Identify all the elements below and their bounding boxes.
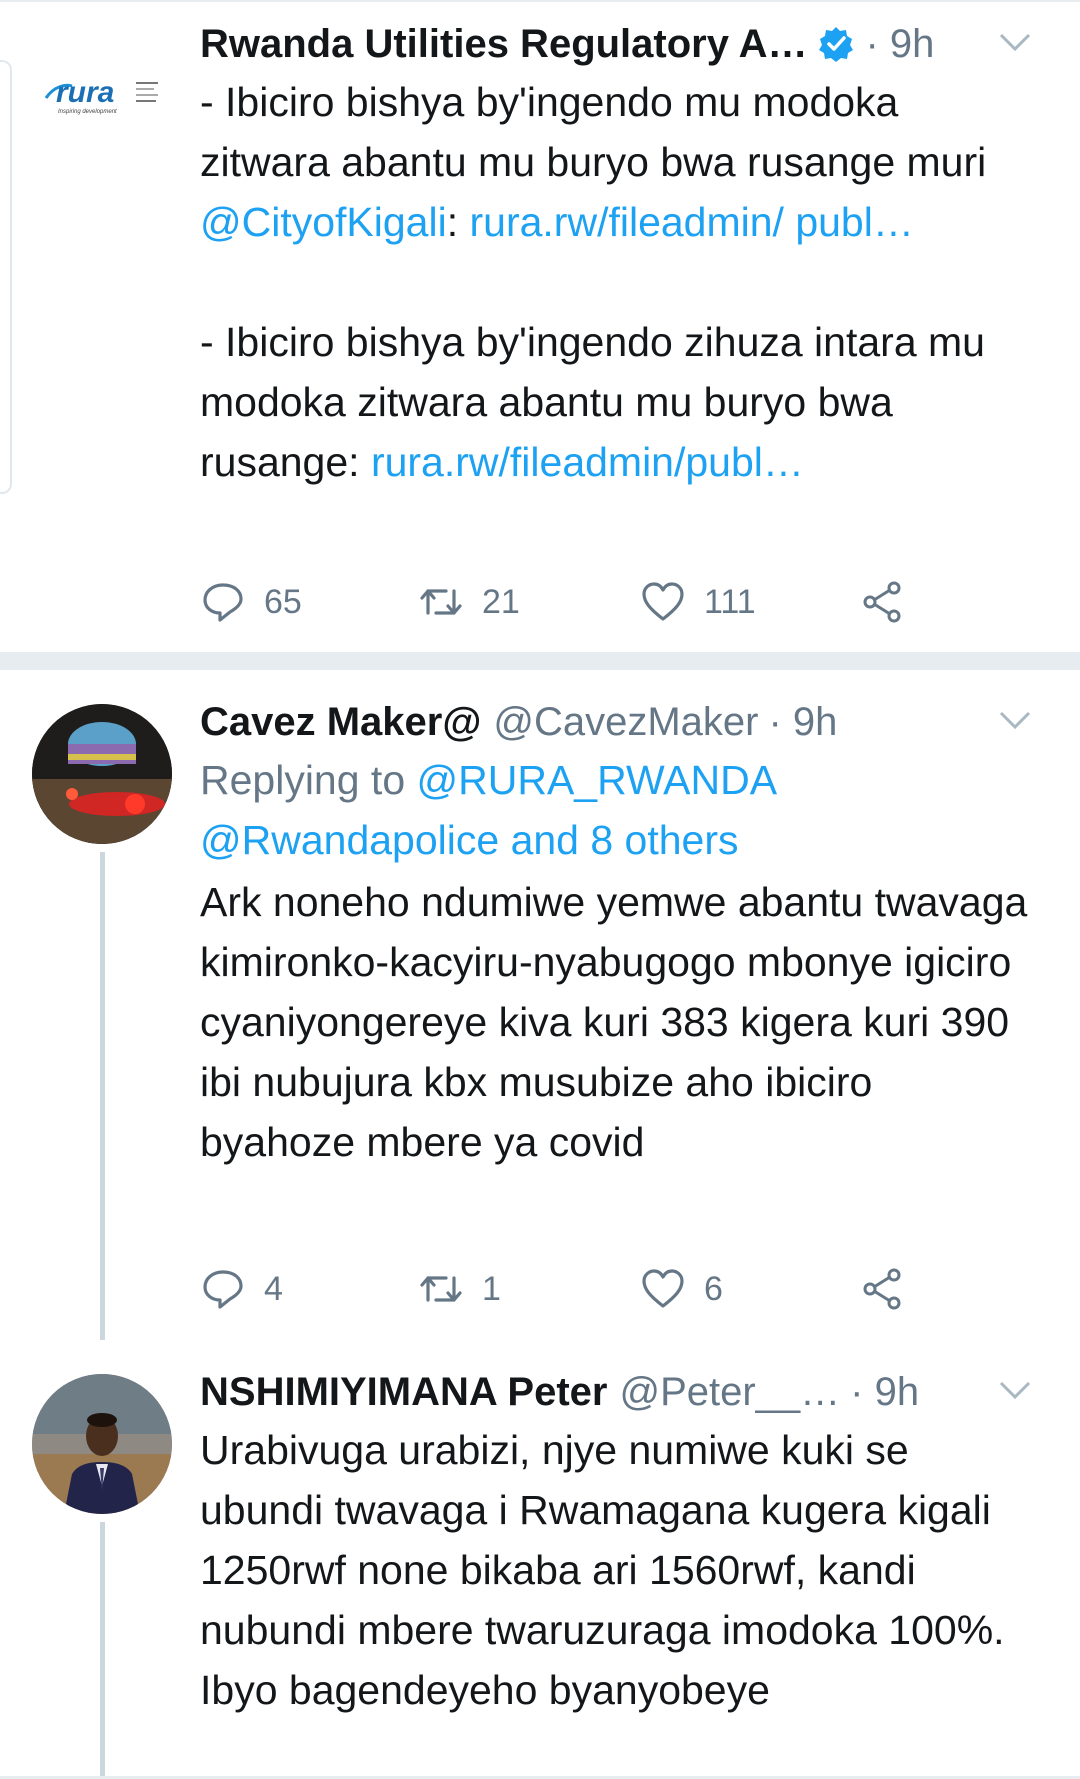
thread-line	[100, 852, 105, 1340]
rura-logo-icon: rura Inspiring development	[44, 76, 158, 115]
retweet-button[interactable]: 21	[418, 577, 520, 627]
user-handle[interactable]: @CavezMaker	[493, 694, 758, 750]
quoted-panel-edge	[0, 60, 12, 494]
chevron-down-icon[interactable]	[998, 708, 1032, 732]
like-button[interactable]: 6	[640, 1264, 723, 1314]
timestamp[interactable]: · 9h	[769, 694, 838, 750]
tweet-text: - Ibiciro bishya by'ingendo mu modoka zi…	[200, 72, 1032, 492]
reply-count: 4	[264, 1269, 283, 1308]
url-link[interactable]: rura.rw/fileadmin/publ…	[371, 439, 804, 485]
avatar[interactable]: rura Inspiring development	[32, 20, 172, 160]
retweet-count: 1	[482, 1269, 501, 1308]
like-count: 6	[704, 1269, 723, 1308]
rura-logo-tagline: Inspiring development	[58, 109, 117, 115]
reply-icon	[203, 583, 243, 622]
display-name[interactable]: Rwanda Utilities Regulatory A…	[200, 16, 808, 72]
tweet-header: Cavez Maker@ @CavezMaker · 9h	[200, 694, 1032, 750]
avatar-photo	[32, 704, 172, 844]
like-count: 111	[704, 582, 756, 621]
reply-icon	[203, 1270, 243, 1309]
retweet-button[interactable]: 1	[418, 1264, 501, 1314]
replying-to: Replying to @RURA_RWANDA @Rwandapolice a…	[200, 750, 1032, 870]
tweet-reply[interactable]: Cavez Maker@ @CavezMaker · 9h Replying t…	[0, 670, 1080, 1340]
section-divider	[0, 652, 1080, 670]
tweet-reply[interactable]: NSHIMIYIMANA Peter @Peter__… · 9h Urabiv…	[0, 1340, 1080, 1779]
display-name[interactable]: NSHIMIYIMANA Peter	[200, 1364, 607, 1420]
timestamp[interactable]: · 9h	[850, 1364, 919, 1420]
chevron-down-icon[interactable]	[998, 1378, 1032, 1402]
tweet-header: Rwanda Utilities Regulatory A… · 9h	[200, 16, 1032, 72]
timestamp[interactable]: · 9h	[866, 16, 935, 72]
share-icon	[863, 1268, 901, 1310]
url-link[interactable]: rura.rw/fileadmin/ publ…	[470, 199, 914, 245]
share-button[interactable]	[860, 1264, 906, 1314]
avatar-photo	[32, 1374, 172, 1514]
replying-to-prefix: Replying to	[200, 757, 417, 803]
avatar[interactable]	[32, 1374, 172, 1514]
chevron-down-icon[interactable]	[998, 30, 1032, 54]
action-bar: 4 1 6	[200, 1264, 920, 1314]
mention-link[interactable]: @CityofKigali	[200, 199, 447, 245]
tweet-text: Urabivuga urabizi, njye numiwe kuki se u…	[200, 1427, 1005, 1713]
reply-button[interactable]: 65	[200, 577, 302, 627]
tweet-header: NSHIMIYIMANA Peter @Peter__… · 9h	[200, 1364, 1032, 1420]
text-segment: - Ibiciro bishya by'ingendo mu modoka zi…	[200, 79, 987, 185]
rura-logo-word: rura	[56, 76, 114, 109]
share-icon	[863, 581, 901, 623]
reply-count: 65	[264, 582, 302, 621]
retweet-icon	[420, 1276, 462, 1302]
retweet-count: 21	[482, 582, 520, 621]
text-segment: :	[446, 199, 470, 245]
reply-button[interactable]: 4	[200, 1264, 283, 1314]
verified-badge-icon	[818, 27, 853, 62]
display-name[interactable]: Cavez Maker@	[200, 694, 481, 750]
tweet-text: Ark noneho ndumiwe yemwe abantu twavaga …	[200, 879, 1028, 1165]
heart-icon	[642, 582, 684, 621]
like-button[interactable]: 111	[640, 577, 756, 627]
share-button[interactable]	[860, 577, 906, 627]
tweet-rura[interactable]: rura Inspiring development Rwanda Utilit…	[0, 0, 1080, 652]
heart-icon	[642, 1269, 684, 1308]
user-handle[interactable]: @Peter__…	[619, 1364, 840, 1420]
thread-line	[100, 1522, 105, 1779]
action-bar: 65 21 111	[200, 577, 920, 627]
avatar[interactable]	[32, 704, 172, 844]
retweet-icon	[420, 589, 462, 615]
